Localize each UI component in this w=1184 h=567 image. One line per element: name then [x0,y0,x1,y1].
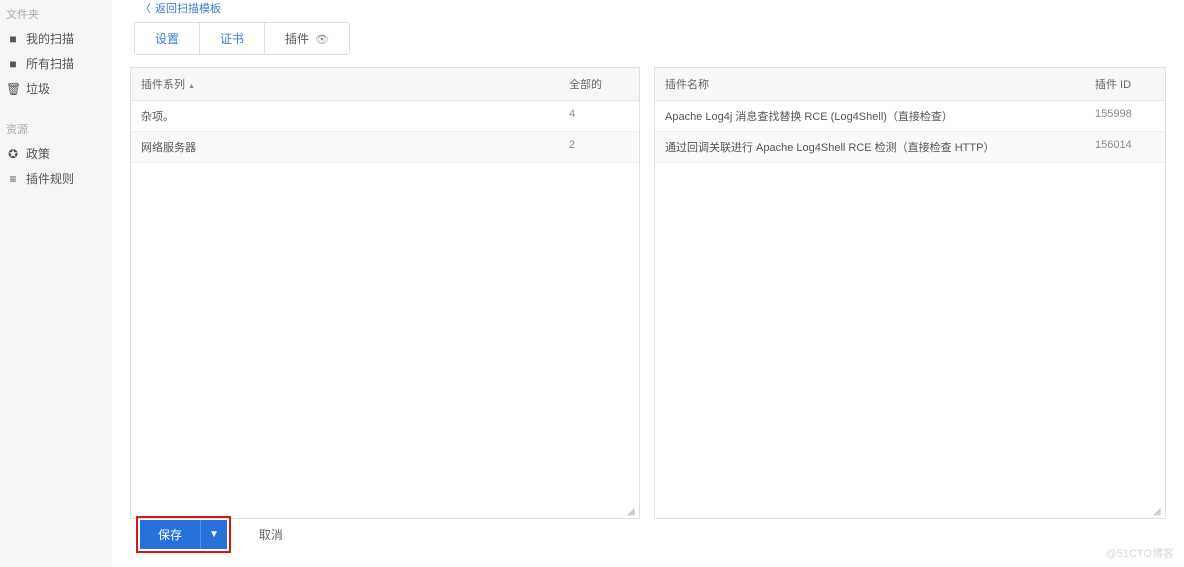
chevron-left-icon: 〈 [140,0,151,16]
sidebar-item-all-scans[interactable]: ■ 所有扫描 [0,51,112,76]
cancel-button[interactable]: 取消 [259,526,283,543]
plugin-family-count: 2 [559,132,639,162]
tab-bar: 设置证书插件👁 [134,22,350,55]
resize-handle-icon: ◢ [627,506,637,516]
resize-handle-icon: ◢ [1153,506,1163,516]
plugin-family-panel: 插件系列▲ 全部的 杂项。4网络服务器2 ◢ [130,67,640,519]
main-content: 〈 返回扫描模板 设置证书插件👁 插件系列▲ 全部的 杂项。4网络服务器2◢ 插… [112,0,1184,567]
save-highlight: 保存 ▼ [136,516,231,553]
sidebar-item-label: 所有扫描 [26,55,74,72]
eye-icon: 👁 [315,34,329,46]
col-plugin-name[interactable]: 插件名称 [655,68,1085,100]
plugin-family-header: 插件系列▲ 全部的 [131,68,639,101]
rules-icon: ≡ [6,172,20,186]
save-button[interactable]: 保存 [140,520,200,549]
sidebar-item-label: 我的扫描 [26,30,74,47]
plugin-list-panel: 插件名称 插件 ID Apache Log4j 消息查找替换 RCE (Log4… [654,67,1166,519]
back-link[interactable]: 〈 返回扫描模板 [130,0,1166,22]
sidebar-item-rules[interactable]: ≡ 插件规则 [0,166,112,191]
plugin-family-name: 杂项。 [131,101,559,131]
col-total[interactable]: 全部的 [559,68,639,100]
sidebar-item-trash[interactable]: 🗑 垃圾 [0,76,112,101]
sidebar-group-folders: 文件夹 [0,0,112,26]
plugin-family-name: 网络服务器 [131,132,559,162]
sidebar-item-label: 插件规则 [26,170,74,187]
tab-插件[interactable]: 插件👁 [265,23,349,54]
sidebar-item-policy[interactable]: ✪ 政策 [0,141,112,166]
sidebar-item-label: 垃圾 [26,80,50,97]
plugin-family-list: 杂项。4网络服务器2 ◢ [131,101,639,518]
trash-icon: 🗑 [6,82,20,96]
watermark: @51CTO博客 [1106,545,1174,561]
panels: 插件系列▲ 全部的 杂项。4网络服务器2◢ 插件名称 插件 ID Apache … [130,67,1166,502]
col-plugin-family[interactable]: 插件系列▲ [131,68,559,100]
plugin-id: 156014 [1085,132,1165,162]
plugin-name: 通过回调关联进行 Apache Log4Shell RCE 检测（直接检查 HT… [655,132,1085,162]
table-row[interactable]: 网络服务器2 [131,132,639,163]
sidebar: 文件夹 ■ 我的扫描 ■ 所有扫描 🗑 垃圾 资源 ✪ 政策 ≡ 插件规则 [0,0,112,567]
table-row[interactable]: 杂项。4 [131,101,639,132]
sidebar-item-label: 政策 [26,145,50,162]
sidebar-item-my-scans[interactable]: ■ 我的扫描 [0,26,112,51]
sort-indicator-icon: ▲ [188,83,195,90]
save-dropdown-button[interactable]: ▼ [200,520,227,549]
plugin-name: Apache Log4j 消息查找替换 RCE (Log4Shell)（直接检查… [655,101,1085,131]
sidebar-group-resources: 资源 [0,115,112,141]
tab-设置[interactable]: 设置 [135,23,200,54]
plugin-list-header: 插件名称 插件 ID [655,68,1165,101]
my-scans-icon: ■ [6,32,20,46]
plugin-list: Apache Log4j 消息查找替换 RCE (Log4Shell)（直接检查… [655,101,1165,518]
back-link-label: 返回扫描模板 [155,0,221,16]
tab-证书[interactable]: 证书 [200,23,265,54]
plugin-family-count: 4 [559,101,639,131]
policy-icon: ✪ [6,147,20,161]
all-scans-icon: ■ [6,57,20,71]
plugin-id: 155998 [1085,101,1165,131]
col-plugin-id[interactable]: 插件 ID [1085,68,1165,100]
table-row[interactable]: 通过回调关联进行 Apache Log4Shell RCE 检测（直接检查 HT… [655,132,1165,163]
table-row[interactable]: Apache Log4j 消息查找替换 RCE (Log4Shell)（直接检查… [655,101,1165,132]
